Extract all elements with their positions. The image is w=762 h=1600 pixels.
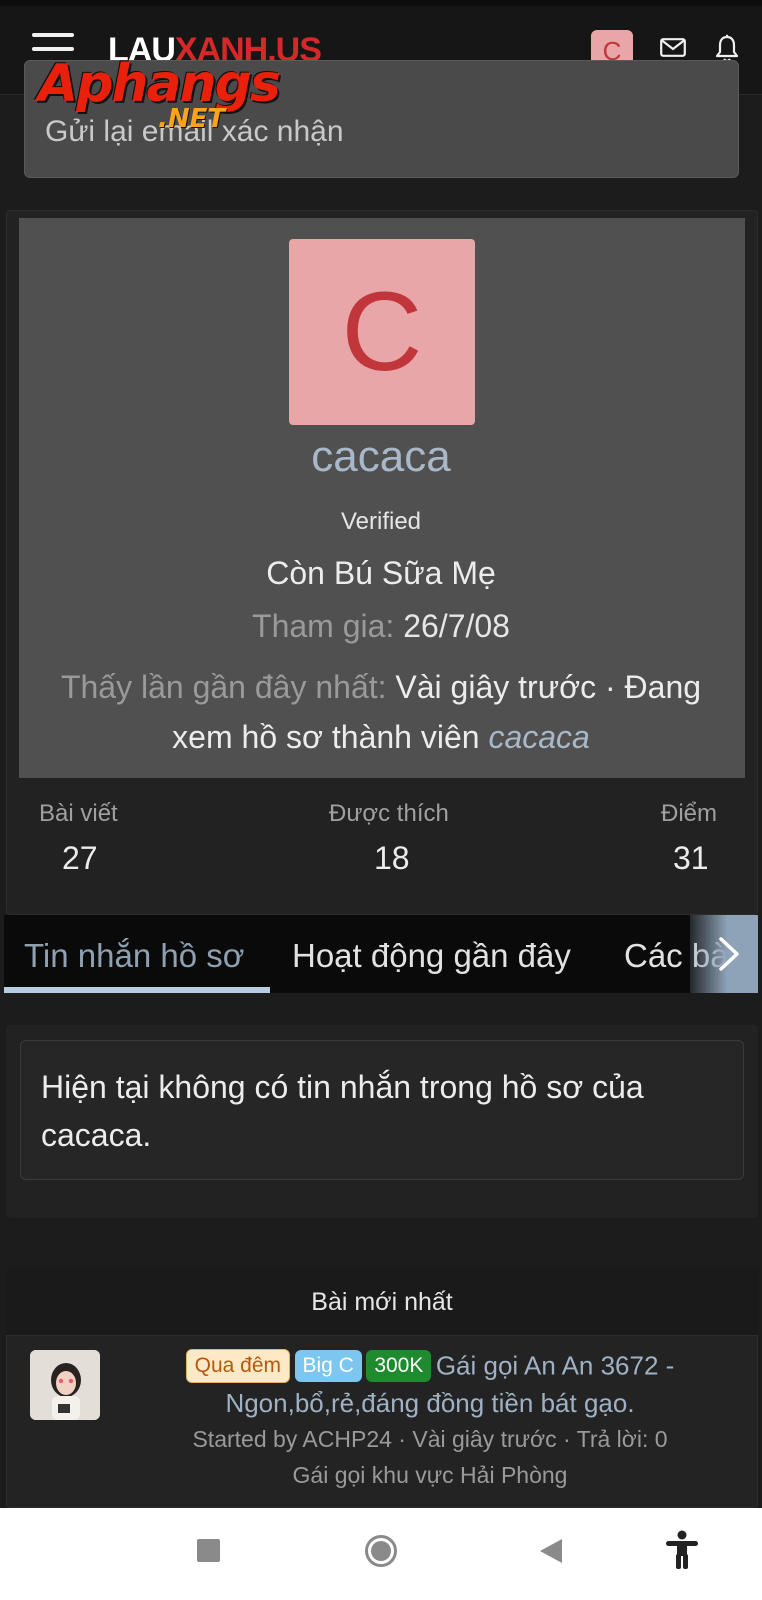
recents-icon[interactable] [197,1539,220,1562]
active-tab-indicator [4,987,270,993]
stat-likes-value[interactable]: 18 [374,840,410,877]
prefix-badge-location: Big C [294,1350,362,1382]
profile-avatar[interactable]: C [289,239,475,425]
stat-posts-label: Bài viết [39,800,118,827]
prefix-badge-price: 300K [366,1350,432,1382]
stat-posts-value[interactable]: 27 [62,840,98,877]
joined-date: Tham gia: 26/7/08 [0,608,762,645]
post-title[interactable]: Gái gọi An An 3672 - [436,1351,675,1381]
stat-likes-label: Được thích [329,800,449,827]
tab-profile-messages[interactable]: Tin nhắn hồ sơ [24,937,244,975]
latest-posts-heading: Bài mới nhất [6,1268,758,1336]
chevron-right-icon [719,937,739,971]
tab-recent-activity[interactable]: Hoạt động gần đây [292,937,571,975]
inbox-icon[interactable] [660,38,686,57]
stat-points-value[interactable]: 31 [673,840,709,877]
back-icon[interactable] [538,1537,564,1565]
post-title-continued[interactable]: Ngon,bổ,rẻ,đáng đồng tiền bát gạo. [120,1388,740,1419]
home-icon[interactable] [364,1534,398,1568]
header-rim [0,0,762,6]
post-author-avatar[interactable] [30,1350,100,1420]
last-seen-username-link[interactable]: cacaca [488,719,589,755]
prefix-badge-overnight: Qua đêm [185,1349,291,1383]
post-title-line[interactable]: Qua đêm Big C 300K Gái gọi An An 3672 - [120,1349,740,1383]
last-seen-label: Thấy lần gần đây nhất: [60,669,387,705]
profile-tabs: Tin nhắn hồ sơ Hoạt động gần đây Các bài [4,915,758,993]
post-meta: Started by ACHP24 · Vài giây trước · Trả… [192,1426,668,1452]
accessibility-icon[interactable] [664,1530,700,1570]
profile-username[interactable]: cacaca [0,432,762,482]
tabs-scroll-right-button[interactable] [690,915,758,993]
joined-value: 26/7/08 [403,608,510,644]
user-title: Còn Bú Sữa Mẹ [266,555,496,591]
empty-messages-notice: Hiện tại không có tin nhắn trong hồ sơ c… [20,1040,744,1180]
author-photo-icon [30,1350,100,1420]
stat-points-label: Điểm [661,800,718,827]
watermark-suffix: .NET [158,104,226,134]
verified-status: Verified [340,508,422,535]
post-forum-link[interactable]: Gái gọi khu vực Hải Phòng [120,1462,740,1489]
last-seen: Thấy lần gần đây nhất: Vài giây trước · … [30,662,732,762]
joined-label: Tham gia: [252,608,395,644]
watermark-logo: Aphangs [38,54,281,114]
